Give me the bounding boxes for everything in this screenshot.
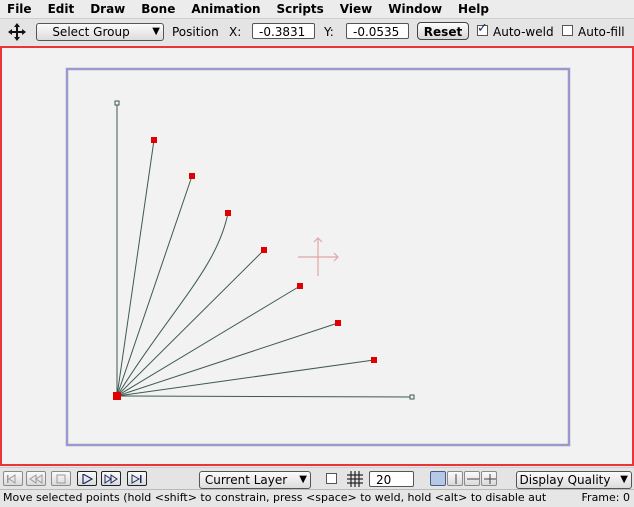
timeline-controls-bar: Current Layer ▼ 20 Display Quality ▼: [0, 467, 634, 490]
status-bar: Move selected points (hold <shift> to co…: [0, 489, 634, 507]
origin-crosshair-icon: [298, 237, 339, 276]
grid-size-field[interactable]: 20: [369, 471, 414, 487]
y-label: Y:: [324, 25, 334, 39]
menu-draw[interactable]: Draw: [82, 0, 133, 18]
quad-view-icon: [484, 474, 496, 484]
menu-animation[interactable]: Animation: [183, 0, 268, 18]
play-icon: [82, 474, 94, 484]
select-group-dropdown[interactable]: Select Group ▼: [36, 23, 164, 41]
display-quality-label: Display Quality: [519, 473, 611, 487]
x-position-field[interactable]: -0.3831: [252, 23, 315, 39]
chevron-down-icon: ▼: [152, 26, 160, 37]
frame-counter: Frame: 0: [581, 491, 630, 504]
move-arrows-icon: [8, 23, 26, 41]
skip-to-end-icon: [131, 474, 142, 484]
auto-fill-label: Auto-fill: [578, 25, 625, 39]
menu-bar: File Edit Draw Bone Animation Scripts Vi…: [0, 0, 634, 19]
step-back-icon: [29, 474, 43, 484]
stop-button[interactable]: [51, 471, 71, 486]
selected-point[interactable]: [225, 210, 231, 216]
selected-point-origin[interactable]: [113, 392, 121, 400]
single-view-button[interactable]: [430, 471, 446, 486]
split-vertical-button[interactable]: [447, 471, 463, 486]
skip-to-end-button[interactable]: [127, 471, 147, 486]
drawing-canvas[interactable]: [0, 46, 634, 466]
x-label: X:: [229, 25, 242, 39]
selected-point[interactable]: [297, 283, 303, 289]
menu-edit[interactable]: Edit: [40, 0, 83, 18]
fast-forward-button[interactable]: [101, 471, 121, 486]
stop-icon: [56, 474, 66, 484]
selected-point[interactable]: [189, 173, 195, 179]
selected-point[interactable]: [335, 320, 341, 326]
current-layer-label: Current Layer: [204, 473, 288, 487]
reset-button[interactable]: Reset: [417, 22, 469, 40]
selected-point[interactable]: [371, 357, 377, 363]
auto-weld-label: Auto-weld: [493, 25, 554, 39]
tool-options-bar: Select Group ▼ Position X: -0.3831 Y: -0…: [0, 19, 634, 45]
chevron-down-icon: ▼: [299, 474, 307, 485]
chevron-down-icon: ▼: [620, 474, 628, 485]
menu-view[interactable]: View: [332, 0, 380, 18]
point-handle[interactable]: [114, 100, 120, 106]
select-group-label: Select Group: [52, 25, 130, 39]
current-layer-dropdown[interactable]: Current Layer ▼: [199, 471, 311, 489]
grid-icon: [346, 470, 364, 491]
fast-forward-icon: [104, 474, 118, 484]
display-quality-dropdown[interactable]: Display Quality ▼: [516, 471, 632, 489]
split-horizontal-button[interactable]: [464, 471, 480, 486]
grid-checkbox[interactable]: [326, 473, 337, 484]
quad-view-button[interactable]: [481, 471, 497, 486]
rewind-to-start-button[interactable]: [3, 471, 23, 486]
play-button[interactable]: [77, 471, 97, 486]
menu-scripts[interactable]: Scripts: [269, 0, 332, 18]
menu-bone[interactable]: Bone: [133, 0, 183, 18]
split-vertical-icon: [455, 474, 457, 484]
rewind-to-start-icon: [7, 474, 16, 484]
menu-help[interactable]: Help: [450, 0, 497, 18]
canvas-drawing[interactable]: [2, 48, 632, 464]
y-position-field[interactable]: -0.0535: [346, 23, 409, 39]
menu-file[interactable]: File: [0, 0, 40, 18]
menu-window[interactable]: Window: [380, 0, 450, 18]
position-label: Position: [172, 25, 219, 39]
step-back-button[interactable]: [26, 471, 46, 486]
point-handle[interactable]: [409, 394, 415, 400]
auto-fill-checkbox[interactable]: [562, 25, 573, 36]
selected-point[interactable]: [151, 137, 157, 143]
status-message: Move selected points (hold <shift> to co…: [3, 491, 547, 504]
auto-weld-checkbox[interactable]: ✓: [477, 21, 488, 36]
checkmark-icon: ✓: [477, 21, 488, 36]
split-horizontal-icon: [467, 478, 479, 480]
selected-point[interactable]: [261, 247, 267, 253]
